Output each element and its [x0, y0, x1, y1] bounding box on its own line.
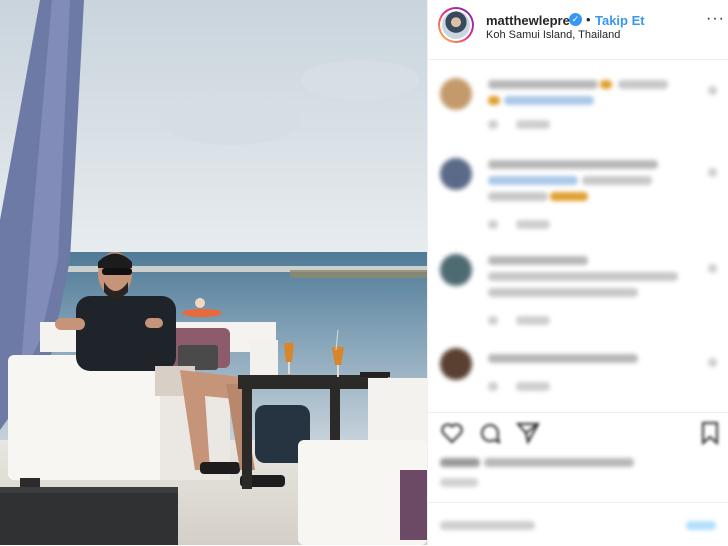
post-side-panel: matthewlepre ✓ • Takip Et Koh Samui Isla… [427, 0, 728, 545]
comment-text-blurred [488, 272, 678, 281]
comment-emoji-blurred [488, 96, 500, 105]
comment-reply-blurred[interactable] [516, 316, 550, 325]
post-date-blurred [440, 478, 478, 487]
comment-emoji-blurred [550, 192, 588, 201]
post-location[interactable]: Koh Samui Island, Thailand [486, 29, 620, 41]
comment-avatar[interactable] [440, 254, 472, 286]
comment-text-blurred [488, 192, 548, 201]
comment-meta-blurred [488, 220, 498, 229]
bookmark-icon[interactable] [698, 421, 722, 445]
more-options-icon[interactable]: ··· [706, 10, 725, 28]
comment-text-blurred [618, 80, 668, 89]
comment-like-icon[interactable] [708, 264, 717, 273]
comment-meta-blurred [488, 382, 498, 391]
action-bar [428, 412, 728, 449]
comment-like-icon[interactable] [708, 168, 717, 177]
comment-text-blurred [488, 80, 598, 89]
post-photo[interactable] [0, 0, 427, 545]
comment-avatar[interactable] [440, 348, 472, 380]
comment-reply-blurred[interactable] [516, 220, 550, 229]
comment-mention-blurred[interactable] [488, 176, 578, 185]
post-header: matthewlepre ✓ • Takip Et Koh Samui Isla… [428, 0, 728, 60]
comment-meta-blurred [488, 120, 498, 129]
comments-list [428, 60, 728, 405]
comment-text-blurred [488, 256, 588, 265]
comment-like-icon[interactable] [708, 86, 717, 95]
heart-icon[interactable] [440, 421, 464, 445]
comment-reply-blurred[interactable] [516, 120, 550, 129]
liked-by-user-blurred[interactable] [440, 458, 480, 467]
comment-avatar[interactable] [440, 158, 472, 190]
comment-reply-blurred[interactable] [516, 382, 550, 391]
separator-dot: • [586, 12, 591, 27]
comment-text-blurred [582, 176, 652, 185]
comment-text-blurred [488, 288, 638, 297]
likes-summary-blurred [484, 458, 634, 467]
verified-badge-icon: ✓ [569, 13, 582, 26]
comment-text-blurred [488, 160, 658, 169]
share-plane-icon[interactable] [516, 421, 540, 445]
author-username[interactable]: matthewlepre [486, 13, 570, 28]
post-comment-button[interactable] [686, 521, 716, 530]
author-avatar[interactable] [438, 7, 474, 43]
add-comment-input[interactable] [440, 521, 535, 530]
comment-text-blurred [488, 354, 638, 363]
comment-meta-blurred [488, 316, 498, 325]
post-photo-illustration [0, 0, 427, 545]
comment-like-icon[interactable] [708, 358, 717, 367]
comment-mention-blurred[interactable] [504, 96, 594, 105]
comment-emoji-blurred [600, 80, 612, 89]
comment-avatar[interactable] [440, 78, 472, 110]
comment-bubble-icon[interactable] [478, 421, 502, 445]
add-comment-bar [428, 502, 728, 546]
follow-button[interactable]: Takip Et [595, 13, 645, 28]
